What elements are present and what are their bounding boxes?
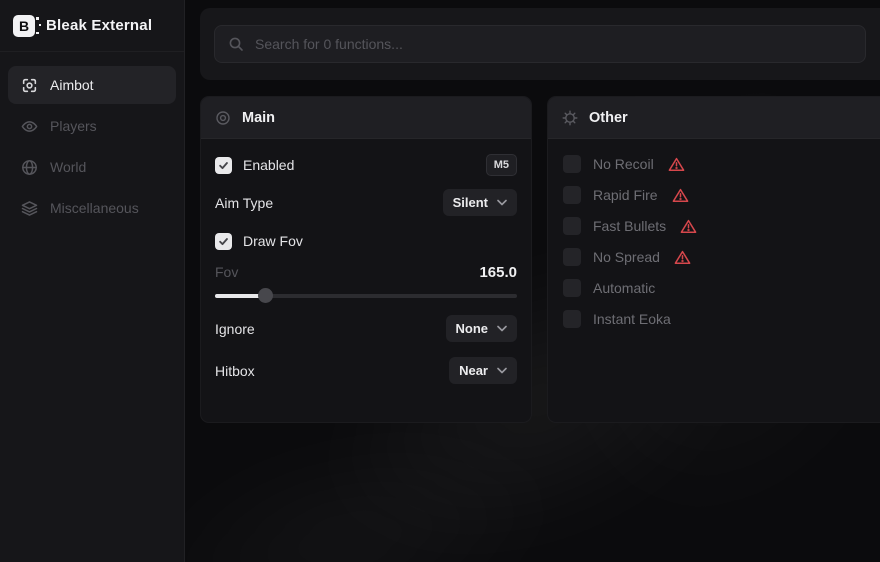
main-panel: Main Enabled M5 Aim Type Silent [200,96,532,423]
sidebar-item-miscellaneous[interactable]: Miscellaneous [8,189,176,227]
sidebar-item-label: Aimbot [50,77,94,93]
search-icon [228,36,244,52]
sidebar-nav: Aimbot Players World [0,52,184,227]
sidebar-header: B Bleak External [0,0,184,52]
search-panel [200,8,880,80]
chevron-down-icon [497,367,507,374]
aim-type-value: Silent [453,195,488,210]
draw-fov-checkbox[interactable] [215,233,232,250]
aim-type-row: Aim Type Silent [215,189,517,216]
crosshair-icon [20,76,38,94]
warning-icon [672,188,689,203]
other-panel-body: No Recoil Rapid Fire Fast Bullets [548,139,880,357]
hitbox-value: Near [459,363,488,378]
no-spread-row: No Spread [563,248,866,266]
main-panel-header: Main [201,97,531,139]
other-panel-header: Other [548,97,880,139]
enabled-row: Enabled M5 [215,152,517,178]
sidebar-item-label: Players [50,118,97,134]
ignore-dropdown[interactable]: None [446,315,518,342]
fov-label: Fov [215,264,238,280]
instant-eoka-row: Instant Eoka [563,310,866,328]
other-panel: Other No Recoil Rapid Fire Fast Bullets [547,96,880,423]
enabled-label: Enabled [243,157,294,173]
draw-fov-row: Draw Fov [215,228,517,254]
fast-bullets-checkbox[interactable] [563,217,581,235]
app-logo-icon: B [13,15,35,37]
globe-icon [20,158,38,176]
automatic-checkbox[interactable] [563,279,581,297]
automatic-label: Automatic [593,280,655,296]
sidebar-item-world[interactable]: World [8,148,176,186]
warning-icon [680,219,697,234]
other-panel-title: Other [589,110,628,126]
sidebar: B Bleak External Aimbot Players [0,0,185,562]
hitbox-dropdown[interactable]: Near [449,357,517,384]
gear-icon [562,110,578,126]
hitbox-row: Hitbox Near [215,357,517,384]
ignore-row: Ignore None [215,315,517,342]
sidebar-item-label: World [50,159,86,175]
enabled-checkbox[interactable] [215,157,232,174]
target-icon [215,110,231,126]
no-recoil-label: No Recoil [593,156,654,172]
aim-type-dropdown[interactable]: Silent [443,189,517,216]
sidebar-item-aimbot[interactable]: Aimbot [8,66,176,104]
rapid-fire-label: Rapid Fire [593,187,658,203]
no-spread-label: No Spread [593,249,660,265]
hitbox-label: Hitbox [215,363,255,379]
automatic-row: Automatic [563,279,866,297]
search-input[interactable] [255,36,852,52]
no-recoil-row: No Recoil [563,155,866,173]
fast-bullets-label: Fast Bullets [593,218,666,234]
fov-value: 165.0 [479,264,517,281]
fov-slider[interactable] [215,288,517,303]
sidebar-item-label: Miscellaneous [50,200,139,216]
rapid-fire-row: Rapid Fire [563,186,866,204]
search-box[interactable] [214,25,866,63]
main-panel-body: Enabled M5 Aim Type Silent Draw Fov [201,139,531,397]
warning-icon [674,250,691,265]
fov-row: Fov 165.0 [215,260,517,284]
rapid-fire-checkbox[interactable] [563,186,581,204]
app-title: Bleak External [46,17,152,34]
main-panel-title: Main [242,110,275,126]
fov-slider-knob[interactable] [258,288,273,303]
ignore-value: None [456,321,489,336]
instant-eoka-label: Instant Eoka [593,311,671,327]
instant-eoka-checkbox[interactable] [563,310,581,328]
no-recoil-checkbox[interactable] [563,155,581,173]
draw-fov-label: Draw Fov [243,233,303,249]
eye-icon [20,117,38,135]
ignore-label: Ignore [215,321,255,337]
chevron-down-icon [497,199,507,206]
layers-icon [20,199,38,217]
fast-bullets-row: Fast Bullets [563,217,866,235]
sidebar-item-players[interactable]: Players [8,107,176,145]
aim-type-label: Aim Type [215,195,273,211]
chevron-down-icon [497,325,507,332]
no-spread-checkbox[interactable] [563,248,581,266]
keybind-button[interactable]: M5 [486,154,517,176]
warning-icon [668,157,685,172]
